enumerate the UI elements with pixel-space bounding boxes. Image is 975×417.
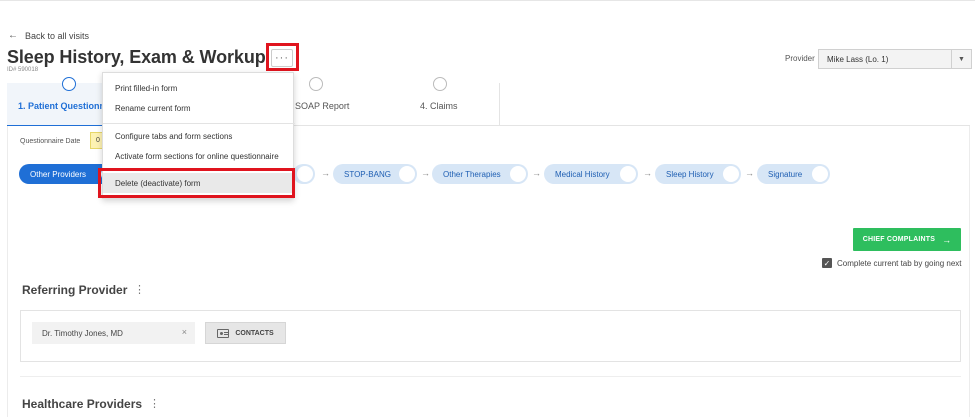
more-options-button[interactable]: ··· [271, 49, 293, 67]
menu-item-rename-form[interactable]: Rename current form [103, 98, 295, 118]
complete-tab-checkbox[interactable]: ✓ [822, 258, 832, 268]
back-link-label: Back to all visits [25, 30, 90, 41]
contacts-button-label: CONTACTS [235, 329, 274, 337]
chevron-down-icon: ▼ [951, 50, 971, 68]
step-circle-icon [62, 77, 76, 91]
complete-tab-label: Complete current tab by going next [837, 258, 962, 268]
visit-id: ID# 590018 [7, 67, 39, 73]
menu-item-delete-form[interactable]: Delete (deactivate) form [103, 173, 295, 193]
menu-item-activate-sections[interactable]: Activate form sections for online questi… [103, 146, 295, 166]
menu-item-print-form[interactable]: Print filled-in form [103, 78, 295, 98]
arrow-right-icon: → [532, 168, 541, 178]
page-title: Sleep History, Exam & Workup [7, 47, 266, 67]
provider-selected-value: Mike Lass (Lo. 1) [827, 54, 889, 64]
section-pill-label: Other Therapies [443, 169, 501, 179]
toggle-knob-icon [510, 166, 526, 182]
arrow-right-icon: → [643, 168, 652, 178]
section-pill-other-therapies[interactable]: Other Therapies [432, 164, 528, 184]
section-pill-label: Signature [768, 169, 803, 179]
toggle-knob-icon [399, 166, 415, 182]
toggle-knob-icon [723, 166, 739, 182]
section-pill-sleep-history[interactable]: Sleep History [655, 164, 741, 184]
tab-label: SOAP Report [295, 101, 350, 111]
provider-label: Provider [785, 54, 815, 63]
section-pill-label: STOP-BANG [344, 169, 391, 179]
healthcare-providers-heading: Healthcare Providers [22, 397, 143, 411]
more-options-icon: ··· [275, 52, 289, 64]
top-divider [0, 0, 975, 1]
section-pill-label: Medical History [555, 169, 610, 179]
back-to-visits-link[interactable]: ← Back to all visits [8, 30, 89, 41]
referring-provider-field[interactable]: Dr. Timothy Jones, MD × [32, 322, 195, 344]
back-arrow-icon: ← [8, 30, 18, 41]
section-pill-stop-bang[interactable]: STOP-BANG [333, 164, 417, 184]
referring-provider-value: Dr. Timothy Jones, MD [42, 328, 123, 338]
section-divider [20, 376, 961, 377]
menu-divider [103, 123, 295, 124]
tab-label: 4. Claims [420, 101, 458, 111]
section-pill-label: Sleep History [666, 169, 714, 179]
kebab-menu-icon[interactable]: ⋮ [149, 397, 160, 410]
arrow-right-icon: → [942, 234, 952, 245]
section-pill-label: Other Providers [30, 169, 87, 179]
contact-card-icon [217, 328, 230, 338]
tab-patient-questionnaire[interactable]: 1. Patient Questionnaire [7, 77, 121, 127]
menu-item-configure-tabs[interactable]: Configure tabs and form sections [103, 126, 295, 146]
referring-provider-heading: Referring Provider [22, 283, 128, 297]
next-button-label: CHIEF COMPLAINTS [862, 236, 936, 243]
step-circle-icon [309, 77, 323, 91]
clear-icon[interactable]: × [182, 327, 187, 337]
tab-claims[interactable]: 4. Claims [377, 77, 500, 126]
more-options-menu: Print filled-in form Rename current form… [102, 72, 295, 199]
arrow-right-icon: → [745, 168, 754, 178]
section-pill-signature[interactable]: Signature [757, 164, 830, 184]
arrow-right-icon: → [321, 168, 330, 178]
toggle-knob-icon [812, 166, 828, 182]
provider-select[interactable]: Mike Lass (Lo. 1) ▼ [818, 49, 972, 69]
section-pill-medical-history[interactable]: Medical History [544, 164, 638, 184]
toggle-knob-icon [297, 166, 313, 182]
step-circle-icon [433, 77, 447, 91]
complete-tab-option: ✓ Complete current tab by going next [822, 258, 962, 268]
kebab-menu-icon[interactable]: ⋮ [134, 283, 145, 296]
questionnaire-date-label: Questionnaire Date [20, 138, 81, 145]
contacts-button[interactable]: CONTACTS [205, 322, 286, 344]
section-pill-hidden[interactable] [293, 164, 315, 184]
arrow-right-icon: → [421, 168, 430, 178]
toggle-knob-icon [620, 166, 636, 182]
chief-complaints-next-button[interactable]: CHIEF COMPLAINTS → [853, 228, 961, 251]
menu-divider [103, 170, 295, 171]
